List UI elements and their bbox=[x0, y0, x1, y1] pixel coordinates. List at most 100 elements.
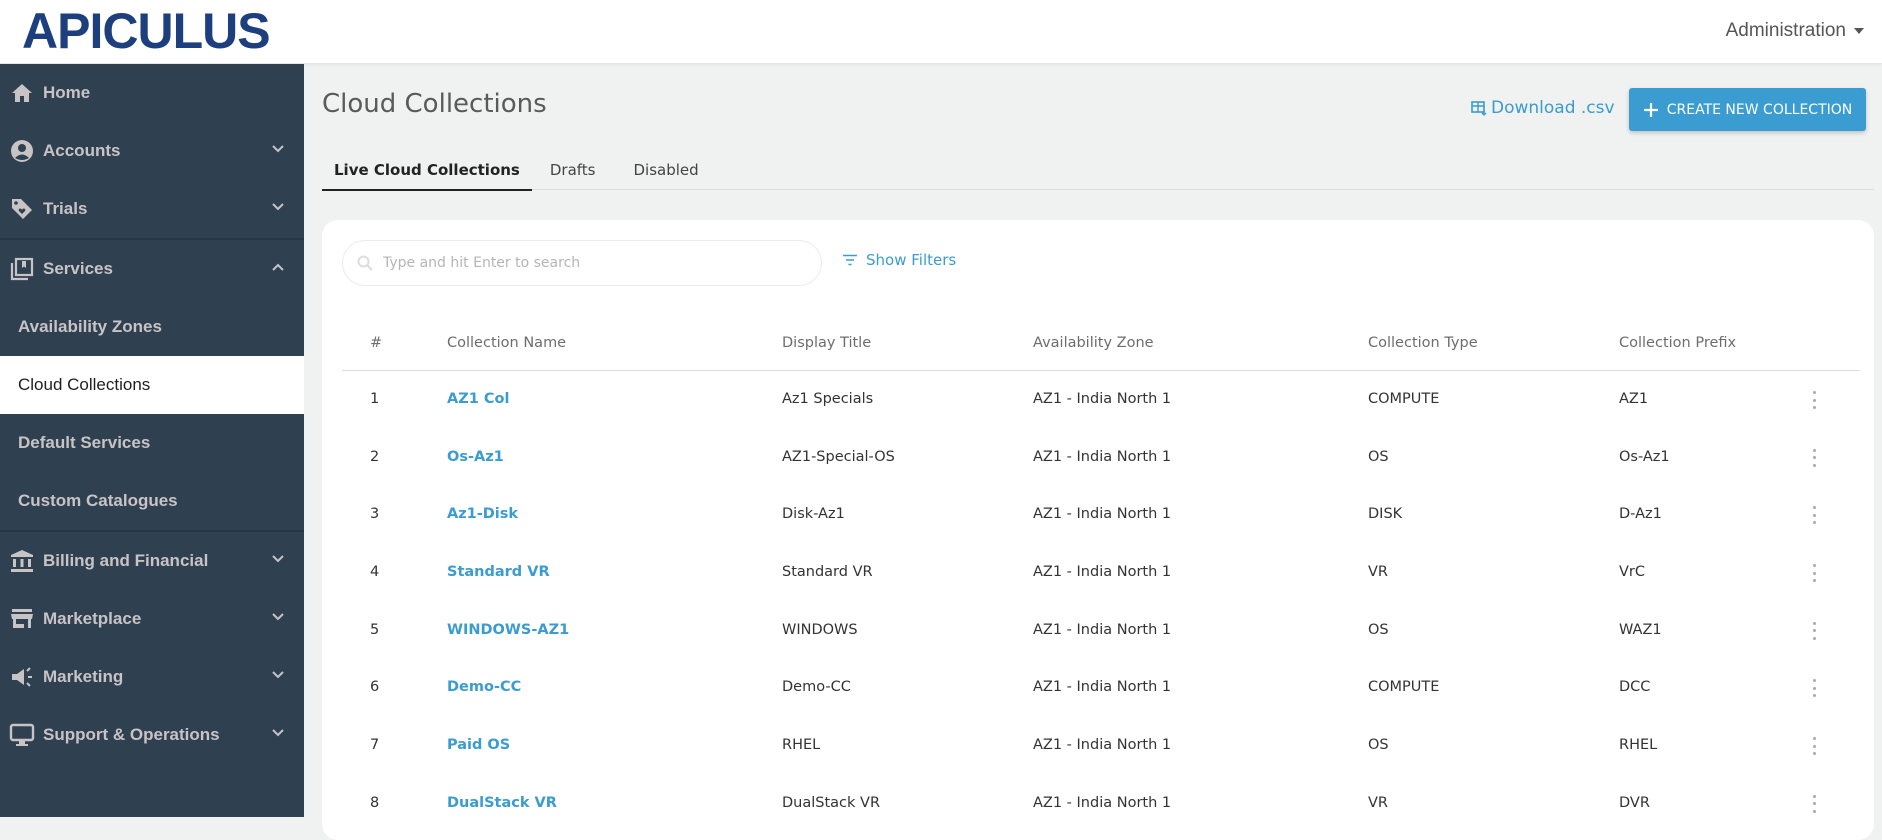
row-index: 3 bbox=[370, 506, 380, 523]
sidebar-item-trials[interactable]: Trials bbox=[0, 180, 304, 238]
sidebar-item-marketplace[interactable]: Marketplace bbox=[0, 590, 304, 648]
sidebar-subitem-label: Availability Zones bbox=[18, 317, 162, 336]
sidebar-item-label: Support & Operations bbox=[43, 725, 220, 744]
availability-zone: AZ1 - India North 1 bbox=[1033, 506, 1172, 523]
sidebar-item-services[interactable]: Services bbox=[0, 240, 304, 298]
row-index: 8 bbox=[370, 794, 380, 811]
tab-disabled[interactable]: Disabled bbox=[621, 150, 710, 190]
administration-dropdown[interactable]: Administration bbox=[1726, 20, 1864, 42]
collection-prefix: DCC bbox=[1619, 679, 1651, 696]
sidebar-subitem-label: Custom Catalogues bbox=[18, 491, 178, 510]
collection-prefix: AZ1 bbox=[1619, 391, 1649, 407]
create-button-label: CREATE NEW COLLECTION bbox=[1666, 101, 1853, 118]
create-new-collection-button[interactable]: CREATE NEW COLLECTION bbox=[1629, 88, 1866, 131]
chevron-down-icon bbox=[272, 145, 284, 153]
column-header-display-title[interactable]: Display Title bbox=[782, 335, 871, 351]
collection-name-link[interactable]: Os-Az1 bbox=[447, 449, 504, 465]
show-filters-button[interactable]: Show Filters bbox=[842, 251, 956, 269]
collection-prefix: WAZ1 bbox=[1619, 621, 1662, 638]
sidebar-item-home[interactable]: Home bbox=[0, 64, 304, 122]
plus-icon bbox=[1643, 102, 1658, 117]
table-download-icon bbox=[1471, 101, 1487, 116]
bank-icon bbox=[9, 548, 35, 574]
row-actions-kebab-icon[interactable] bbox=[1808, 737, 1820, 756]
availability-zone: AZ1 - India North 1 bbox=[1033, 564, 1172, 581]
sidebar-item-label: Marketing bbox=[43, 667, 124, 686]
table-header: # Collection Name Display Title Availabi… bbox=[342, 316, 1860, 371]
display-title: WINDOWS bbox=[782, 621, 858, 638]
table-row: 2 Os-Az1 AZ1-Special-OS AZ1 - India North 1… bbox=[342, 429, 1860, 487]
sidebar-subitem-cloud-collections[interactable]: Cloud Collections bbox=[0, 356, 304, 414]
chevron-up-icon bbox=[272, 263, 284, 271]
collection-prefix: RHEL bbox=[1619, 737, 1658, 754]
megaphone-icon bbox=[9, 664, 35, 690]
row-actions-kebab-icon[interactable] bbox=[1808, 448, 1820, 467]
sidebar-item-accounts[interactable]: Accounts bbox=[0, 122, 304, 180]
collection-name-link[interactable]: Demo-CC bbox=[447, 679, 521, 695]
collection-name-link[interactable]: AZ1 Col bbox=[447, 391, 509, 407]
row-actions-kebab-icon[interactable] bbox=[1808, 506, 1820, 525]
collections-card: Show Filters # Collection Name Display T… bbox=[322, 220, 1874, 840]
availability-zone: AZ1 - India North 1 bbox=[1033, 448, 1172, 465]
collection-prefix: Os-Az1 bbox=[1619, 448, 1670, 465]
row-actions-kebab-icon[interactable] bbox=[1808, 621, 1820, 640]
services-icon bbox=[9, 256, 35, 282]
table-row: 1 AZ1 Col Az1 Specials AZ1 - India North 1 C… bbox=[342, 371, 1860, 429]
table-row: 7 Paid OS RHEL AZ1 - India North 1 OS RHEL bbox=[342, 717, 1860, 775]
collection-name-link[interactable]: Az1-Disk bbox=[447, 506, 518, 522]
apiculus-logo[interactable]: APICULUS bbox=[22, 3, 271, 59]
row-actions-kebab-icon[interactable] bbox=[1808, 564, 1820, 583]
sidebar-subitem-custom-catalogues[interactable]: Custom Catalogues bbox=[0, 472, 304, 530]
sidebar-subitem-availability-zones[interactable]: Availability Zones bbox=[0, 298, 304, 356]
download-csv-link[interactable]: Download .csv bbox=[1471, 98, 1615, 118]
row-index: 7 bbox=[370, 737, 380, 754]
chevron-down-icon bbox=[272, 555, 284, 563]
sidebar-item-label: Home bbox=[43, 83, 91, 102]
account-icon bbox=[9, 138, 35, 164]
display-title: AZ1-Special-OS bbox=[782, 448, 895, 465]
column-header-index[interactable]: # bbox=[370, 335, 382, 351]
row-actions-kebab-icon[interactable] bbox=[1808, 794, 1820, 813]
download-csv-label: Download .csv bbox=[1491, 98, 1615, 118]
chevron-down-icon bbox=[272, 671, 284, 679]
sidebar-subitem-default-services[interactable]: Default Services bbox=[0, 414, 304, 472]
store-icon bbox=[9, 606, 35, 632]
sidebar-item-label: Billing and Financial bbox=[43, 551, 209, 570]
collection-name-link[interactable]: DualStack VR bbox=[447, 795, 557, 811]
collection-name-link[interactable]: WINDOWS-AZ1 bbox=[447, 622, 569, 638]
tab-drafts[interactable]: Drafts bbox=[538, 150, 608, 190]
display-title: Disk-Az1 bbox=[782, 506, 845, 523]
search-box bbox=[342, 240, 822, 286]
display-title: DualStack VR bbox=[782, 794, 881, 811]
row-actions-kebab-icon[interactable] bbox=[1808, 679, 1820, 698]
collection-type: COMPUTE bbox=[1368, 391, 1440, 407]
row-index: 2 bbox=[370, 448, 380, 465]
sidebar-item-billing[interactable]: Billing and Financial bbox=[0, 532, 304, 590]
collection-type: OS bbox=[1368, 737, 1389, 754]
search-input[interactable] bbox=[383, 255, 783, 271]
display-title: Standard VR bbox=[782, 564, 873, 581]
tab-live-cloud-collections[interactable]: Live Cloud Collections bbox=[322, 150, 532, 191]
column-header-collection-type[interactable]: Collection Type bbox=[1368, 335, 1478, 351]
collection-name-link[interactable]: Paid OS bbox=[447, 737, 510, 753]
filter-icon bbox=[843, 254, 857, 266]
sidebar-item-label: Services bbox=[43, 259, 113, 278]
row-index: 6 bbox=[370, 679, 380, 696]
administration-label: Administration bbox=[1725, 20, 1846, 41]
collection-type: VR bbox=[1368, 564, 1388, 581]
column-header-collection-name[interactable]: Collection Name bbox=[447, 335, 566, 351]
row-index: 5 bbox=[370, 621, 380, 638]
availability-zone: AZ1 - India North 1 bbox=[1033, 621, 1172, 638]
collection-prefix: DVR bbox=[1619, 794, 1650, 811]
logo-text: APICULUS bbox=[22, 3, 271, 59]
collection-prefix: D-Az1 bbox=[1619, 506, 1662, 523]
row-actions-kebab-icon[interactable] bbox=[1808, 391, 1820, 409]
sidebar-item-support[interactable]: Support & Operations bbox=[0, 706, 304, 764]
page-title: Cloud Collections bbox=[322, 89, 547, 119]
collection-name-link[interactable]: Standard VR bbox=[447, 564, 550, 580]
column-header-availability-zone[interactable]: Availability Zone bbox=[1033, 335, 1154, 351]
row-index: 4 bbox=[370, 564, 380, 581]
column-header-collection-prefix[interactable]: Collection Prefix bbox=[1619, 335, 1736, 351]
sidebar-item-marketing[interactable]: Marketing bbox=[0, 648, 304, 706]
availability-zone: AZ1 - India North 1 bbox=[1033, 794, 1172, 811]
